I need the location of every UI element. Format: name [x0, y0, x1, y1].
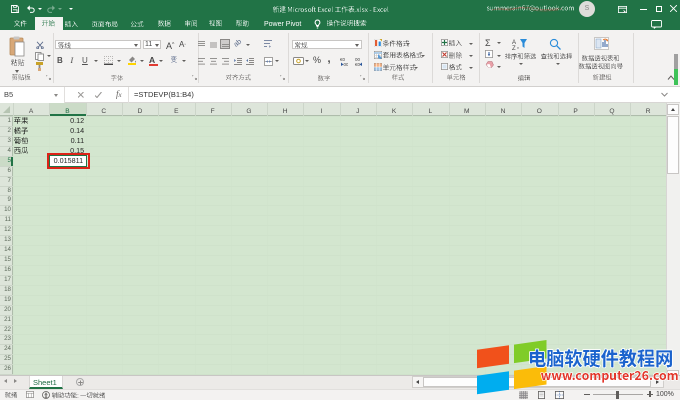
- svg-text:00: 00: [344, 62, 349, 66]
- svg-text:Z: Z: [512, 46, 516, 50]
- svg-text:€0: €0: [355, 62, 361, 66]
